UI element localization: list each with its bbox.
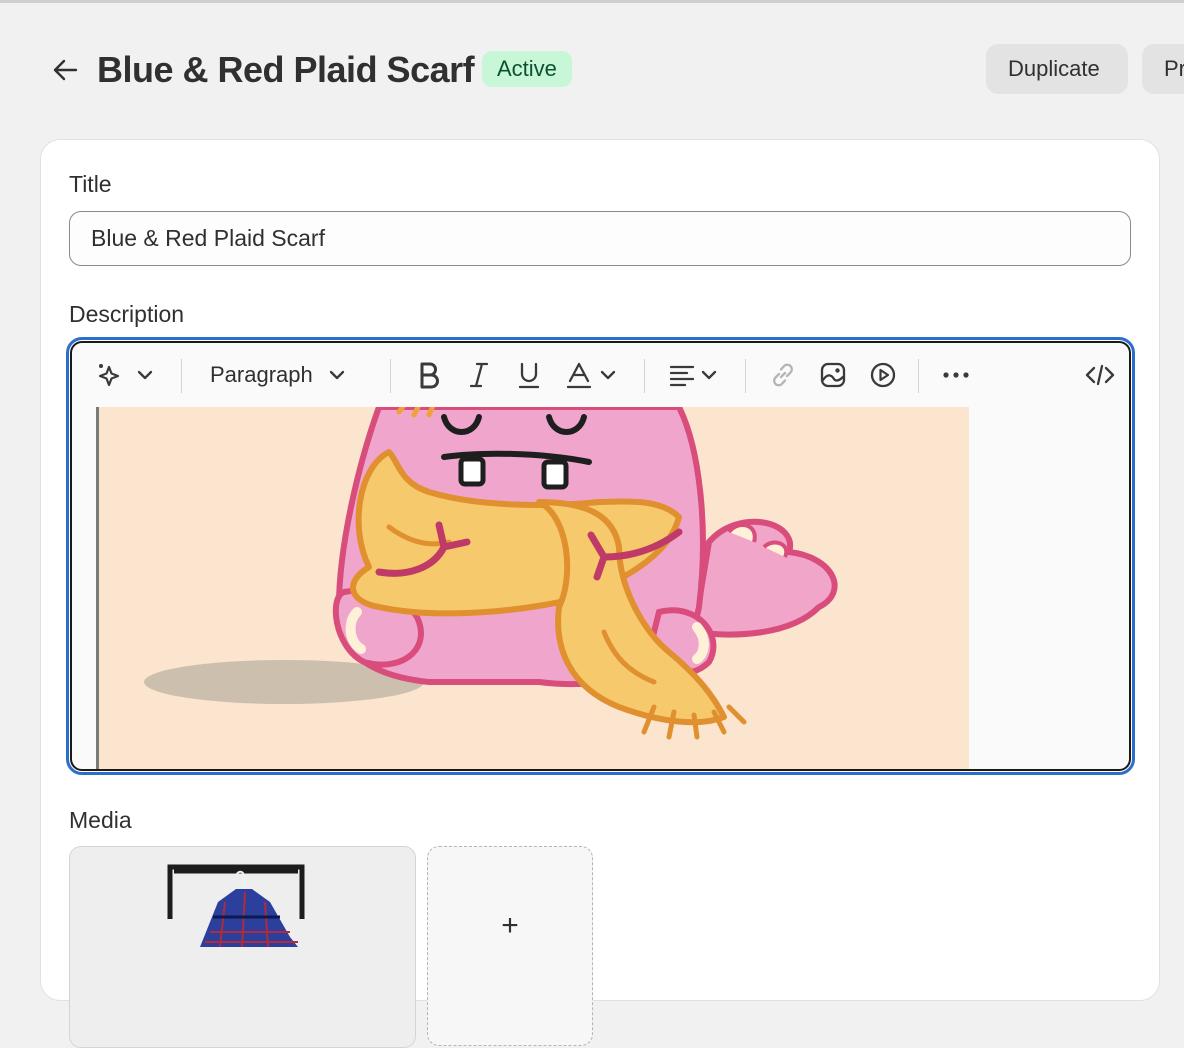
chevron-down-icon (329, 370, 344, 380)
duplicate-button[interactable]: Duplicate (986, 44, 1128, 94)
add-media-button[interactable]: + (427, 846, 593, 1046)
title-input[interactable] (69, 211, 1131, 266)
toolbar-separator (745, 359, 746, 393)
description-image[interactable] (96, 407, 969, 769)
italic-icon (469, 362, 489, 388)
status-badge: Active (482, 51, 572, 87)
media-thumbnail[interactable] (69, 846, 416, 1048)
top-border (0, 0, 1184, 3)
bold-button[interactable] (412, 357, 446, 393)
block-format-select[interactable]: Paragraph (210, 357, 365, 393)
toolbar-separator (181, 359, 182, 393)
editor-toolbar: Paragraph (72, 343, 1129, 407)
title-label: Title (69, 171, 112, 197)
description-label: Description (69, 301, 185, 327)
toolbar-separator (390, 359, 391, 393)
chevron-down-icon (701, 370, 717, 380)
align-button[interactable] (666, 357, 722, 393)
code-icon (1085, 364, 1115, 386)
italic-button[interactable] (462, 357, 496, 393)
media-label: Media (69, 807, 132, 833)
toolbar-separator (644, 359, 645, 393)
insert-video-button[interactable] (866, 357, 900, 393)
magic-menu-button[interactable] (92, 357, 158, 393)
link-button[interactable] (766, 357, 800, 393)
align-icon (669, 365, 695, 387)
page-header: Blue & Red Plaid Scarf Active Duplicate … (0, 40, 1184, 100)
more-options-button[interactable] (938, 357, 974, 393)
video-icon (870, 362, 896, 388)
more-icon (943, 372, 969, 378)
block-format-label: Paragraph (210, 362, 313, 387)
bold-icon (420, 362, 439, 389)
image-icon (820, 362, 846, 388)
underline-icon (518, 362, 540, 389)
product-card: Title Description Paragraph (40, 139, 1160, 1048)
magic-icon (98, 364, 120, 387)
arrow-left-icon (53, 59, 78, 81)
html-source-button[interactable] (1080, 357, 1120, 393)
editor-frame: Paragraph (70, 341, 1131, 771)
insert-image-button[interactable] (816, 357, 850, 393)
back-button[interactable] (48, 54, 82, 86)
text-color-button[interactable] (562, 357, 622, 393)
chevron-down-icon (600, 370, 616, 380)
underline-button[interactable] (512, 357, 546, 393)
link-icon (773, 363, 793, 387)
description-editor[interactable]: Paragraph (66, 337, 1135, 775)
dinosaur-scarf-illustration (144, 407, 838, 740)
preview-button[interactable]: Pr (1142, 44, 1184, 94)
scarf-product-photo (70, 847, 415, 1047)
text-color-icon (566, 362, 592, 389)
toolbar-separator (918, 359, 919, 393)
chevron-down-icon (137, 370, 153, 380)
page-title: Blue & Red Plaid Scarf (97, 49, 475, 90)
